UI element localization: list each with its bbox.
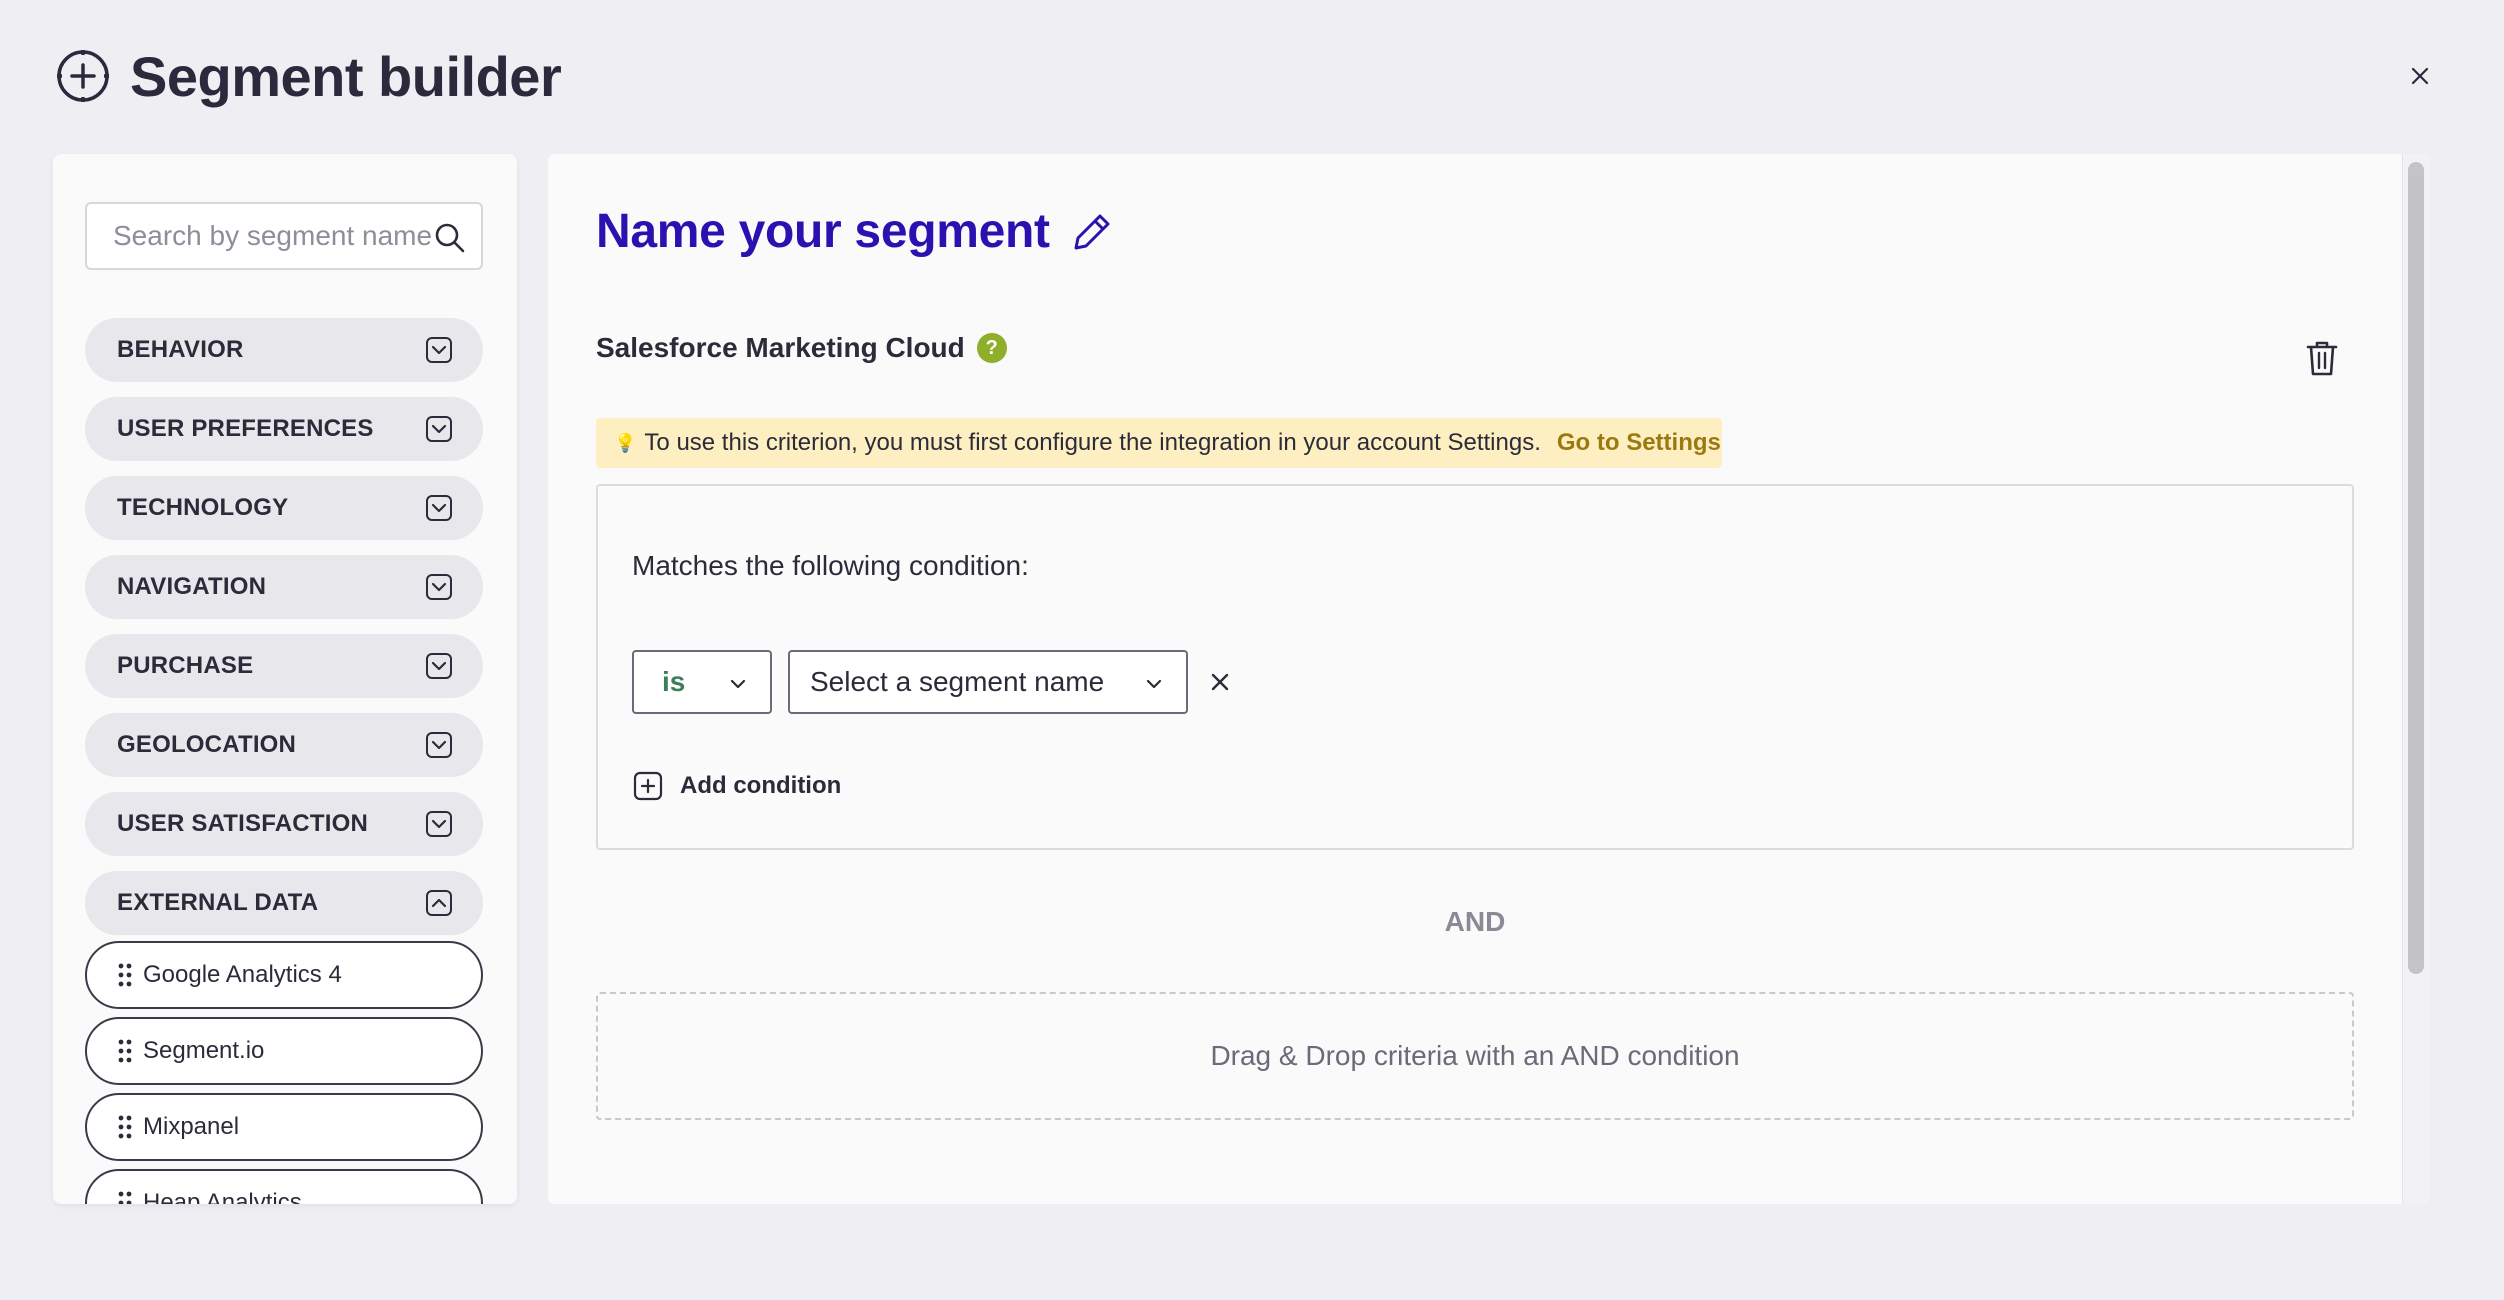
criterion-mixpanel[interactable]: Mixpanel xyxy=(85,1093,483,1161)
crosshair-plus-icon xyxy=(57,50,109,102)
integration-warning: 💡 To use this criterion, you must first … xyxy=(596,418,1722,468)
chevron-down-icon xyxy=(426,574,452,600)
category-label: EXTERNAL DATA xyxy=(117,889,319,916)
scrollbar[interactable] xyxy=(2402,154,2430,1204)
criteria-sidebar: BEHAVIOR USER PREFERENCES TECHNOLOGY NAV… xyxy=(53,154,517,1204)
category-label: BEHAVIOR xyxy=(117,336,244,363)
chevron-down-icon xyxy=(426,337,452,363)
category-label: USER PREFERENCES xyxy=(117,415,374,442)
condition-box: Matches the following condition: is Sele… xyxy=(596,484,2354,850)
drag-handle-icon[interactable] xyxy=(117,1038,133,1064)
search-icon[interactable] xyxy=(433,221,467,255)
chevron-down-icon xyxy=(426,495,452,521)
help-icon[interactable]: ? xyxy=(976,333,1007,363)
category-navigation[interactable]: NAVIGATION xyxy=(85,555,483,619)
drop-zone[interactable]: Drag & Drop criteria with an AND conditi… xyxy=(596,992,2354,1120)
warning-text: To use this criterion, you must first co… xyxy=(644,429,1541,456)
segment-name-editor[interactable]: Name your segment xyxy=(596,204,1116,259)
chevron-down-icon xyxy=(426,732,452,758)
condition-label: Matches the following condition: xyxy=(632,550,1029,581)
category-external-data[interactable]: EXTERNAL DATA xyxy=(85,871,483,935)
chevron-down-icon xyxy=(426,653,452,679)
category-user-preferences[interactable]: USER PREFERENCES xyxy=(85,397,483,461)
category-label: PURCHASE xyxy=(117,652,254,679)
operator-value: is xyxy=(662,666,686,697)
scrollbar-thumb[interactable] xyxy=(2408,162,2424,974)
drag-handle-icon[interactable] xyxy=(117,1190,133,1204)
pencil-icon[interactable] xyxy=(1068,208,1116,256)
go-to-settings-link[interactable]: Go to Settings xyxy=(1557,429,1721,457)
category-label: NAVIGATION xyxy=(117,573,267,600)
segment-name[interactable]: Name your segment xyxy=(596,204,1050,259)
category-user-satisfaction[interactable]: USER SATISFACTION xyxy=(85,792,483,856)
category-purchase[interactable]: PURCHASE xyxy=(85,634,483,698)
and-separator: AND xyxy=(1444,906,1506,937)
chevron-down-icon xyxy=(730,679,746,689)
add-condition-button[interactable]: Add condition xyxy=(632,770,841,802)
lightbulb-icon: 💡 xyxy=(614,432,637,453)
category-technology[interactable]: TECHNOLOGY xyxy=(85,476,483,540)
criterion-label: Segment.io xyxy=(143,1037,265,1064)
segment-editor: Name your segment Salesforce Marketing C… xyxy=(548,154,2430,1204)
drag-handle-icon[interactable] xyxy=(117,1114,133,1140)
category-label: GEOLOCATION xyxy=(117,731,297,758)
category-geolocation[interactable]: GEOLOCATION xyxy=(85,713,483,777)
criterion-header: Salesforce Marketing Cloud ? xyxy=(596,332,1007,364)
criterion-heap-analytics[interactable]: Heap Analytics xyxy=(85,1169,483,1204)
chevron-down-icon xyxy=(1146,679,1162,689)
search-input[interactable] xyxy=(113,220,433,252)
page-title: Segment builder xyxy=(130,44,562,108)
add-condition-label: Add condition xyxy=(680,772,842,799)
chevron-down-icon xyxy=(426,416,452,442)
criterion-label: Google Analytics 4 xyxy=(143,961,342,988)
external-data-list: Google Analytics 4 Segment.io Mixpanel H… xyxy=(85,941,483,1204)
chevron-down-icon xyxy=(426,811,452,837)
search-box xyxy=(85,202,483,270)
drag-handle-icon[interactable] xyxy=(117,962,133,988)
chevron-up-icon xyxy=(426,890,452,916)
criterion-label: Heap Analytics xyxy=(143,1189,302,1204)
close-icon xyxy=(2411,67,2429,85)
plus-square-icon xyxy=(633,771,663,801)
segment-select-value: Select a segment name xyxy=(810,666,1105,697)
trash-icon[interactable] xyxy=(2304,338,2340,378)
modal-header: Segment builder xyxy=(56,40,562,112)
criterion-segment-io[interactable]: Segment.io xyxy=(85,1017,483,1085)
criterion-google-analytics-4[interactable]: Google Analytics 4 xyxy=(85,941,483,1009)
segment-name-select[interactable]: Select a segment name xyxy=(788,650,1188,714)
close-button[interactable] xyxy=(2400,56,2440,96)
operator-select[interactable]: is xyxy=(632,650,772,714)
criterion-label: Mixpanel xyxy=(143,1113,240,1140)
remove-condition-icon[interactable] xyxy=(1206,668,1234,696)
category-list: BEHAVIOR USER PREFERENCES TECHNOLOGY NAV… xyxy=(85,318,483,950)
category-label: USER SATISFACTION xyxy=(117,810,368,837)
criterion-title: Salesforce Marketing Cloud xyxy=(596,332,965,363)
category-behavior[interactable]: BEHAVIOR xyxy=(85,318,483,382)
category-label: TECHNOLOGY xyxy=(117,494,289,521)
